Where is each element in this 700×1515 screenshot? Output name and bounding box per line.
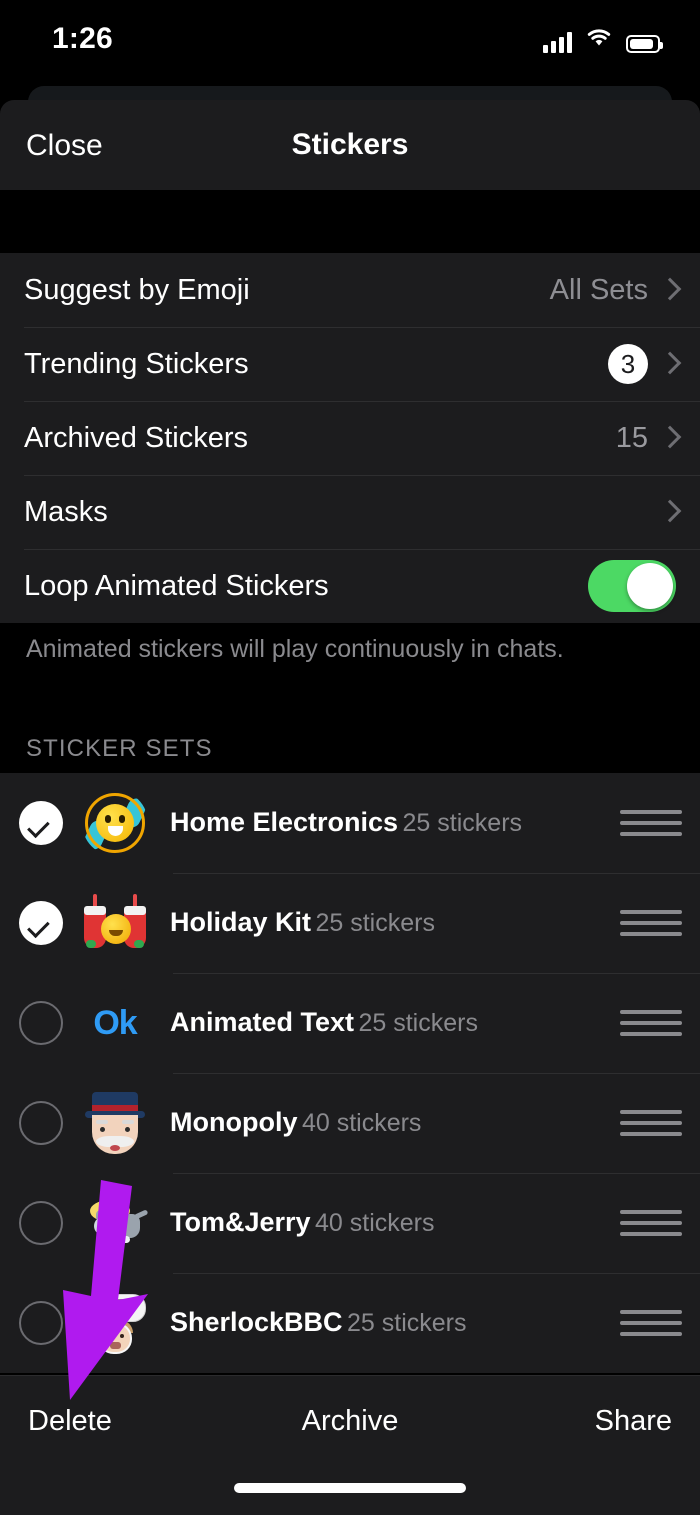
list-item-text: Monopoly 40 stickers — [170, 1107, 620, 1138]
selection-checkbox-unchecked[interactable] — [19, 1101, 63, 1145]
sticker-set-name: Animated Text — [170, 1007, 355, 1038]
battery-icon — [626, 35, 663, 53]
status-badge: 3 — [608, 344, 648, 384]
list-item[interactable]: Monopoly 40 stickers — [0, 1073, 700, 1173]
selection-checkbox-unchecked[interactable] — [19, 1001, 63, 1045]
selection-checkbox-unchecked[interactable] — [19, 1301, 63, 1345]
cellular-signal-icon — [543, 31, 572, 53]
row-label: Trending Stickers — [24, 347, 249, 380]
fan-sticker-thumbnail — [82, 790, 148, 856]
selection-checkbox-checked[interactable] — [19, 901, 63, 945]
settings-row-trending-stickers[interactable]: Trending Stickers 3 — [0, 327, 700, 401]
list-item-text: Holiday Kit 25 stickers — [170, 907, 620, 938]
row-label: Suggest by Emoji — [24, 273, 250, 306]
tom-and-jerry-sticker-thumbnail — [82, 1190, 148, 1256]
row-label: Archived Stickers — [24, 421, 249, 454]
row-value: All Sets — [549, 273, 648, 306]
status-bar: 1:26 — [0, 0, 700, 86]
navigation-bar: Close Stickers — [0, 100, 700, 190]
settings-row-suggest-by-emoji[interactable]: Suggest by Emoji All Sets — [0, 253, 700, 327]
reorder-handle-icon[interactable] — [620, 1110, 682, 1136]
status-bar-indicators — [543, 26, 663, 53]
sticker-sets-section-header: STICKER SETS — [26, 735, 213, 762]
sticker-settings-group: Suggest by Emoji All Sets Trending Stick… — [0, 253, 700, 623]
page-title: Stickers — [291, 128, 409, 161]
sticker-set-count: 40 stickers — [315, 1209, 435, 1238]
list-item-text: Home Electronics 25 stickers — [170, 807, 620, 838]
holiday-stocking-sticker-thumbnail — [82, 890, 148, 956]
list-item-text: SherlockBBC 25 stickers — [170, 1307, 620, 1338]
row-value: 15 — [615, 421, 648, 454]
list-item[interactable]: SherlockBBC 25 stickers — [0, 1273, 700, 1373]
sticker-set-count: 40 stickers — [301, 1109, 422, 1138]
share-button[interactable]: Share — [595, 1405, 672, 1438]
toggle-knob — [627, 563, 673, 609]
sticker-set-count: 25 stickers — [402, 809, 523, 838]
row-label: Loop Animated Stickers — [24, 569, 329, 602]
wifi-icon — [584, 26, 614, 53]
sticker-set-name: Home Electronics — [170, 807, 399, 838]
list-item[interactable]: Tom&Jerry 40 stickers — [0, 1173, 700, 1273]
sherlock-sticker-thumbnail — [82, 1290, 148, 1356]
reorder-handle-icon[interactable] — [620, 810, 682, 836]
phone-screen: 1:26 Close Stickers Suggest by Emoji All… — [0, 0, 700, 1515]
chevron-right-icon — [662, 277, 676, 303]
monopoly-man-sticker-thumbnail — [82, 1090, 148, 1156]
list-item-text: Animated Text 25 stickers — [170, 1007, 620, 1038]
list-item[interactable]: Home Electronics 25 stickers — [0, 773, 700, 873]
sticker-set-count: 25 stickers — [347, 1309, 467, 1338]
reorder-handle-icon[interactable] — [620, 910, 682, 936]
reorder-handle-icon[interactable] — [620, 1210, 682, 1236]
home-indicator — [234, 1483, 466, 1493]
settings-row-loop-animated-stickers[interactable]: Loop Animated Stickers — [0, 549, 700, 623]
row-label: Masks — [24, 495, 108, 528]
reorder-handle-icon[interactable] — [620, 1310, 682, 1336]
loop-animated-stickers-toggle[interactable] — [588, 560, 676, 612]
bottom-action-toolbar: Delete Archive Share — [0, 1375, 700, 1515]
chevron-right-icon — [662, 425, 676, 451]
list-item[interactable]: Holiday Kit 25 stickers — [0, 873, 700, 973]
reorder-handle-icon[interactable] — [620, 1010, 682, 1036]
list-item-text: Tom&Jerry 40 stickers — [170, 1207, 620, 1238]
sticker-set-name: SherlockBBC — [170, 1307, 343, 1338]
list-item[interactable]: Ok Animated Text 25 stickers — [0, 973, 700, 1073]
status-bar-clock: 1:26 — [52, 22, 113, 55]
sticker-set-count: 25 stickers — [315, 909, 435, 938]
sticker-set-name: Monopoly — [170, 1107, 298, 1138]
sticker-set-name: Tom&Jerry — [170, 1207, 311, 1238]
settings-footer-note: Animated stickers will play continuously… — [26, 635, 564, 663]
settings-row-masks[interactable]: Masks — [0, 475, 700, 549]
sticker-set-count: 25 stickers — [358, 1009, 478, 1038]
settings-row-archived-stickers[interactable]: Archived Stickers 15 — [0, 401, 700, 475]
chevron-right-icon — [662, 499, 676, 525]
sticker-sets-list: Home Electronics 25 stickers Holiday Kit… — [0, 773, 700, 1373]
chevron-right-icon — [662, 351, 676, 377]
selection-checkbox-checked[interactable] — [19, 801, 63, 845]
selection-checkbox-unchecked[interactable] — [19, 1201, 63, 1245]
ok-text-sticker-thumbnail: Ok — [93, 1003, 137, 1042]
sticker-set-name: Holiday Kit — [170, 907, 312, 938]
